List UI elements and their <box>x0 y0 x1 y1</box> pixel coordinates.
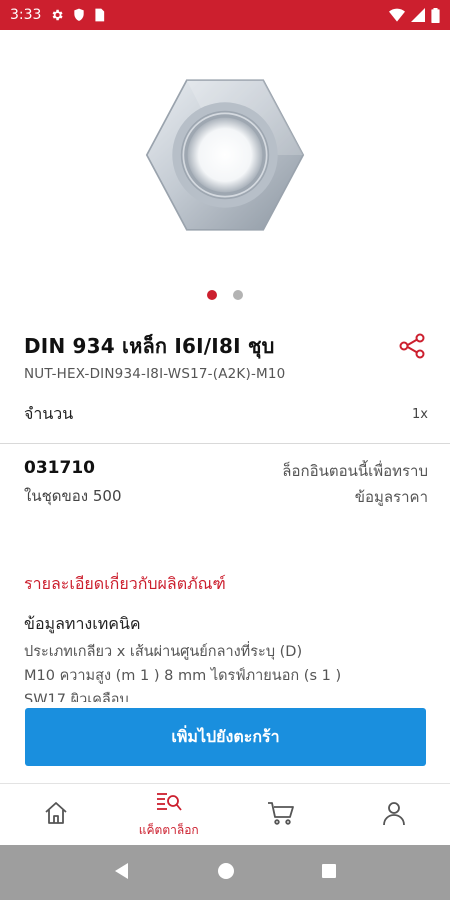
cart-icon <box>266 799 296 831</box>
shield-icon <box>73 8 85 22</box>
add-to-cart-button[interactable]: เพิ่มไปยังตะกร้า <box>25 708 426 766</box>
nav-catalog[interactable]: แค็ตตาล็อก <box>113 784 226 845</box>
nav-cart[interactable] <box>225 784 338 845</box>
quantity-value[interactable]: 1x <box>412 407 428 422</box>
product-code-block: 031710 ในชุดของ 500 <box>24 458 122 510</box>
pagination-dot[interactable] <box>233 290 243 300</box>
divider <box>0 443 450 444</box>
technical-info-text: ประเภทเกลียว x เส้นผ่านศูนย์กลางที่ระบุ … <box>24 640 428 702</box>
pack-size: ในชุดของ 500 <box>24 487 122 505</box>
nav-account[interactable] <box>338 784 450 845</box>
product-code: 031710 <box>24 458 95 478</box>
status-time: 3:33 <box>10 7 42 23</box>
quantity-row[interactable]: จำนวน 1x <box>24 402 428 427</box>
gear-icon <box>50 8 64 22</box>
technical-info-heading: ข้อมูลทางเทคนิค <box>24 614 141 633</box>
hex-nut-photo <box>145 79 305 231</box>
battery-icon <box>431 7 440 23</box>
bottom-nav: แค็ตตาล็อก <box>0 783 450 845</box>
product-title-row: DIN 934 เหล็ก I6I/I8I ชุบ <box>24 330 428 362</box>
cellular-signal-icon <box>411 8 425 22</box>
recents-icon[interactable] <box>321 863 337 883</box>
product-title: DIN 934 เหล็ก I6I/I8I ชุบ <box>24 334 275 358</box>
product-sku: NUT-HEX-DIN934-I8I-WS17-(A2K)-M10 <box>24 366 286 382</box>
home-icon <box>42 799 70 831</box>
product-info-row: 031710 ในชุดของ 500 ล็อกอินตอนนี้เพื่อทร… <box>24 458 428 510</box>
home-circle-icon[interactable] <box>217 862 235 884</box>
product-details-heading[interactable]: รายละเอียดเกี่ยวกับผลิตภัณฑ์ <box>24 572 226 597</box>
product-image[interactable] <box>0 30 450 280</box>
user-icon <box>380 799 408 831</box>
image-pagination <box>0 290 450 300</box>
tech-line: M10 ความสูง (m 1 ) 8 mm ไดรฟ์ภายนอก (s 1… <box>24 668 342 684</box>
quantity-label: จำนวน <box>24 404 74 423</box>
nav-catalog-label: แค็ตตาล็อก <box>138 823 199 837</box>
catalog-search-icon <box>154 789 184 819</box>
tech-line: ประเภทเกลียว x เส้นผ่านศูนย์กลางที่ระบุ … <box>24 644 303 660</box>
wifi-icon <box>389 8 405 22</box>
status-bar: 3:33 <box>0 0 450 30</box>
nav-home[interactable] <box>0 784 113 845</box>
login-price-link[interactable]: ล็อกอินตอนนี้เพื่อทราบ ข้อมูลราคา <box>258 458 428 510</box>
sim-card-icon <box>94 8 105 22</box>
share-icon[interactable] <box>396 330 428 362</box>
tech-line: SW17 ผิวเคลือบ <box>24 692 129 702</box>
system-nav-bar <box>0 845 450 900</box>
pagination-dot-active[interactable] <box>207 290 217 300</box>
back-icon[interactable] <box>113 862 131 884</box>
